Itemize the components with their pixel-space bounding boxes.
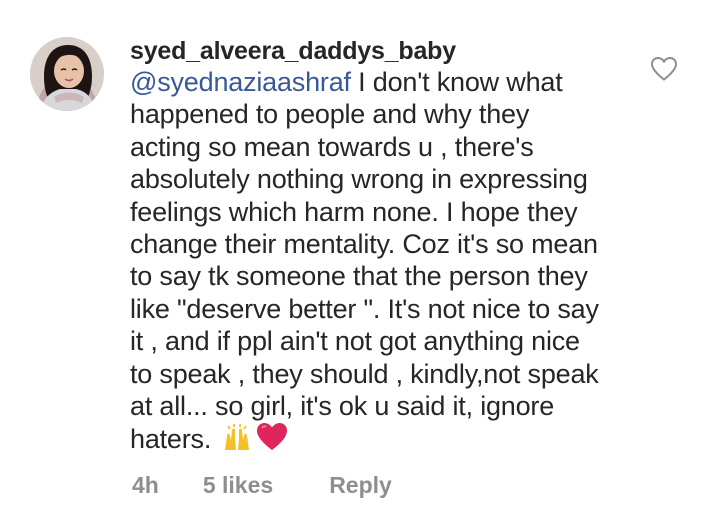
username[interactable]: syed_alveera_daddys_baby	[130, 36, 650, 66]
comment-line-text: I don't know what	[350, 67, 563, 97]
comment-line: change their mentality. Coz it's so mean	[130, 229, 598, 260]
comment-line: happened to people and why they	[130, 99, 530, 130]
mention-link[interactable]: @syednaziaashraf	[130, 67, 351, 97]
reply-button[interactable]: Reply	[329, 472, 392, 499]
comment-line: @syednaziaashraf I don't know what	[130, 66, 650, 98]
raising-hands-emoji	[222, 422, 252, 459]
comment-line: to speak , they should , kindly,not spea…	[130, 358, 599, 389]
comment: syed_alveera_daddys_baby @syednaziaashra…	[0, 0, 712, 529]
comment-footer: 4h 5 likes Reply	[132, 472, 392, 499]
comment-line-last: haters.	[130, 422, 650, 459]
comment-body: syed_alveera_daddys_baby @syednaziaashra…	[130, 36, 650, 460]
comment-line-text: haters.	[130, 424, 219, 455]
red-heart-emoji	[256, 422, 288, 459]
comment-line: at all... so girl, it's ok u said it, ig…	[130, 391, 555, 422]
heart-outline-icon[interactable]	[650, 56, 678, 82]
comment-line: to say tk someone that the person they	[130, 261, 588, 292]
timestamp: 4h	[132, 472, 159, 498]
avatar-image	[30, 37, 104, 111]
comment-line: absolutely nothing wrong in expressing	[130, 164, 588, 195]
comment-line: like "deserve better ". It's not nice to…	[130, 293, 599, 324]
comment-text: @syednaziaashraf I don't know what happe…	[130, 66, 650, 460]
comment-line: feelings which harm none. I hope they	[130, 196, 578, 227]
comment-line: it , and if ppl ain't not got anything n…	[130, 326, 580, 357]
comment-line: acting so mean towards u , there's	[130, 131, 534, 162]
likes-count[interactable]: 5 likes	[203, 472, 273, 499]
avatar[interactable]	[30, 37, 104, 111]
